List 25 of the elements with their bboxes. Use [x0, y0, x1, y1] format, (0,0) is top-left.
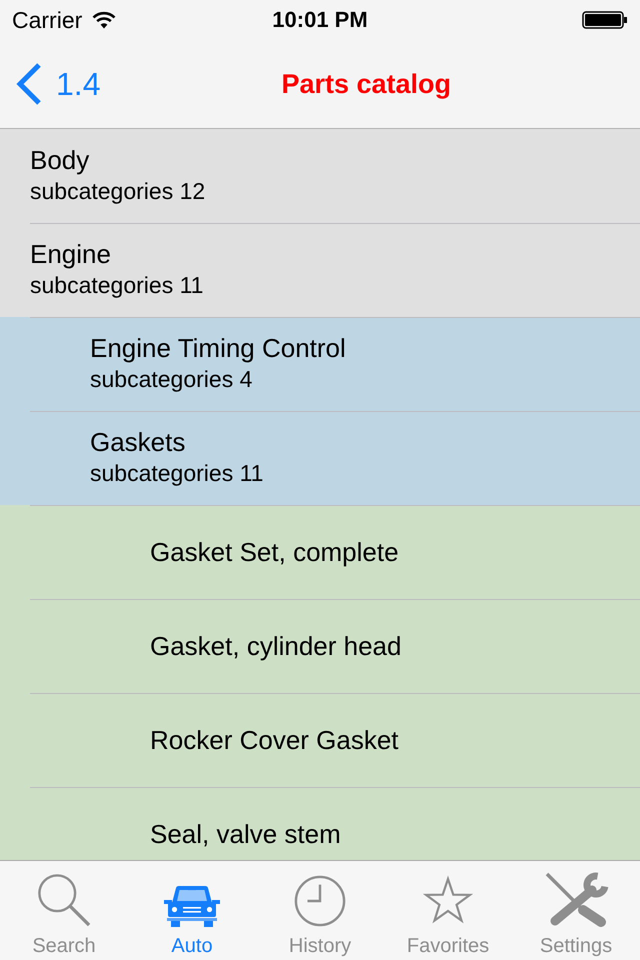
- status-time: 10:01 PM: [272, 7, 368, 33]
- part-row[interactable]: Gasket, cylinder head: [0, 599, 640, 693]
- category-name: Gaskets: [90, 427, 186, 457]
- search-icon: [37, 873, 91, 927]
- nav-title: Parts catalog: [281, 68, 452, 98]
- category-name: Engine Timing Control: [90, 333, 346, 363]
- subcategory-count: subcategories 4: [90, 366, 252, 392]
- part-row[interactable]: Seal, valve stem: [0, 787, 640, 860]
- carrier-label: Carrier: [12, 6, 82, 34]
- clock-icon: [294, 875, 346, 927]
- tab-bar-item[interactable]: Auto: [128, 861, 256, 960]
- subcategory-count: subcategories 11: [30, 272, 204, 298]
- category-row[interactable]: Gaskets subcategories 11: [0, 411, 640, 505]
- subcategory-count: subcategories 12: [30, 178, 206, 204]
- battery-icon: [582, 11, 628, 29]
- part-row[interactable]: Rocker Cover Gasket: [0, 693, 640, 787]
- category-row[interactable]: Engine Timing Control subcategories 4: [0, 317, 640, 411]
- category-name: Body: [30, 145, 90, 175]
- car-icon: [164, 885, 220, 927]
- category-name: Engine: [30, 239, 111, 269]
- part-row[interactable]: Gasket Set, complete: [0, 505, 640, 599]
- back-button[interactable]: 1.4: [0, 63, 100, 105]
- subcategory-count: subcategories 11: [90, 460, 264, 486]
- chevron-left-icon: [16, 63, 42, 105]
- wifi-icon: [92, 11, 116, 29]
